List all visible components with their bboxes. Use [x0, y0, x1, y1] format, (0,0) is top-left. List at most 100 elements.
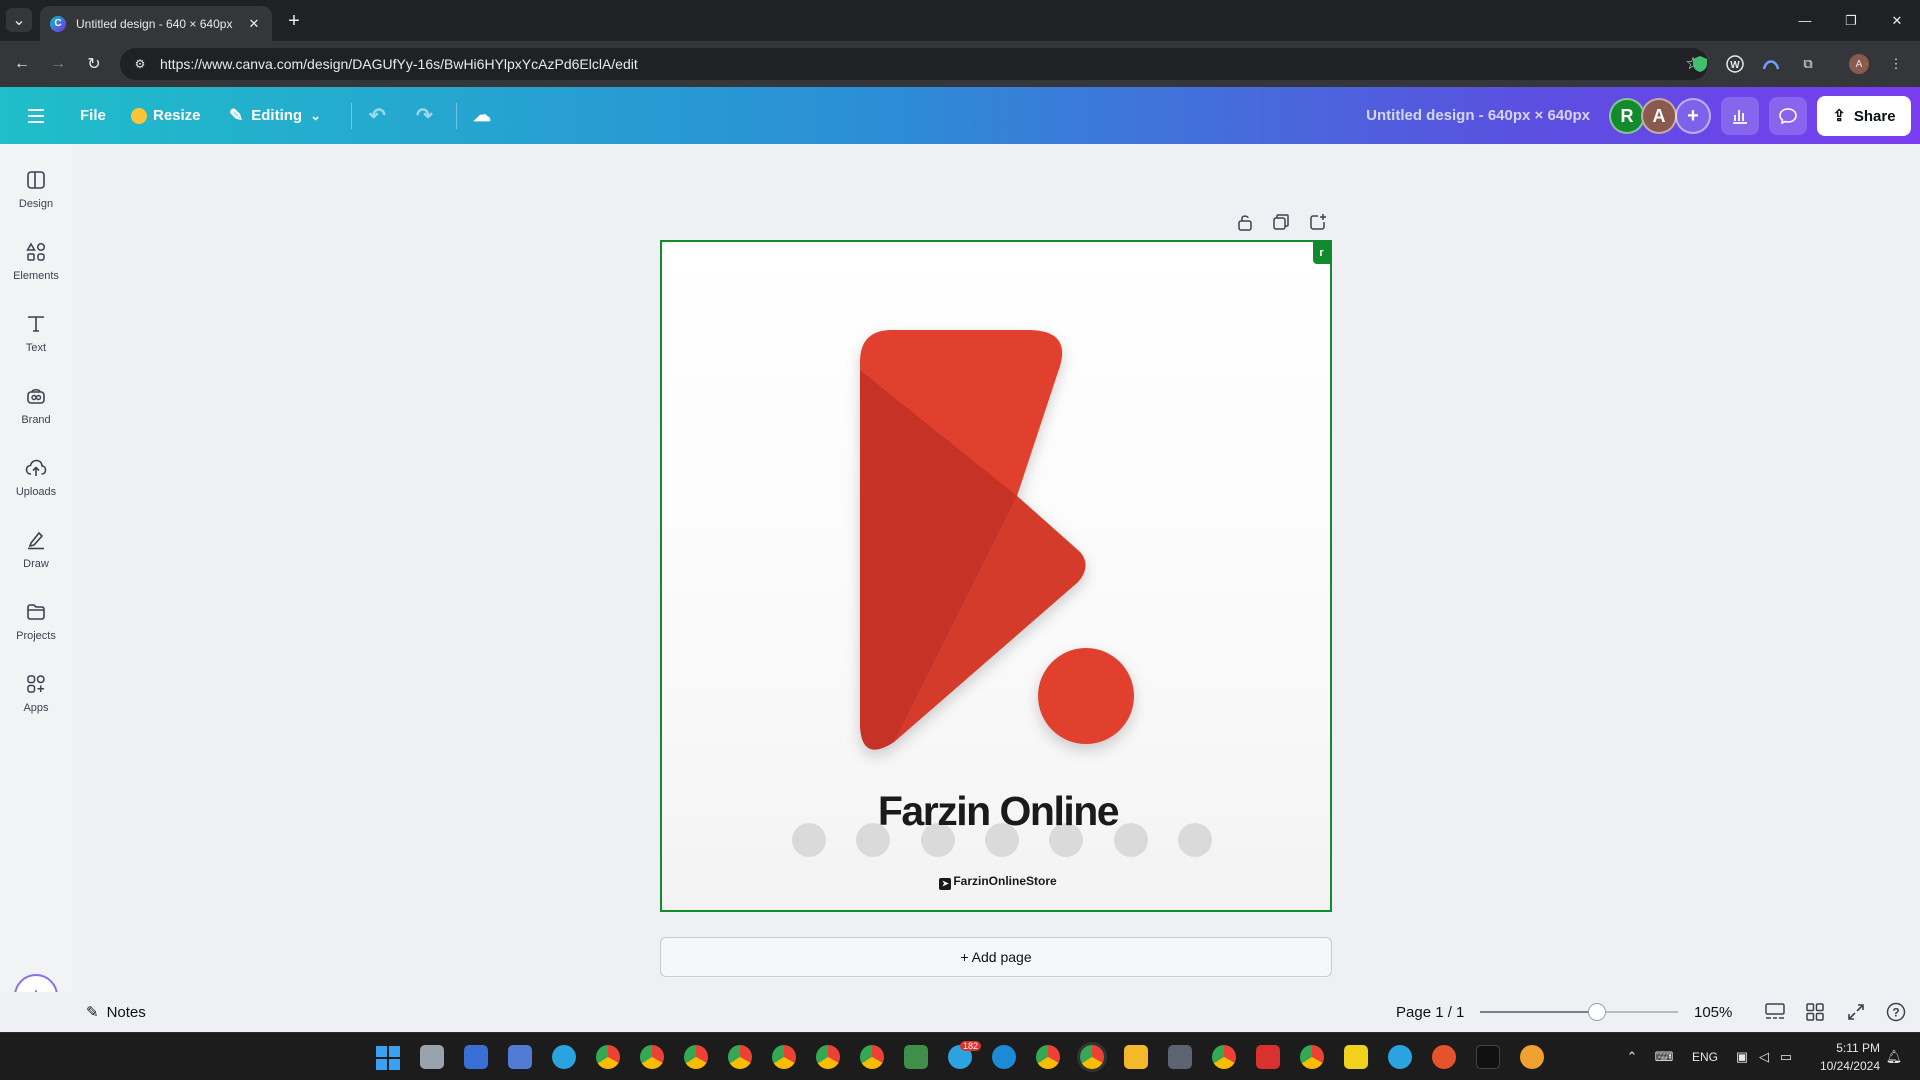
arrow-right-icon: →: [50, 55, 66, 72]
browser-tab[interactable]: C Untitled design - 640 × 640px ✕: [40, 6, 272, 41]
zoom-slider[interactable]: [1480, 1003, 1678, 1021]
file-explorer-icon[interactable]: [1124, 1045, 1148, 1069]
design-page[interactable]: Farzin Online ➤ FarzinOnlineStore: [660, 240, 1332, 912]
fullscreen-button[interactable]: [1844, 1000, 1868, 1024]
notes-button[interactable]: ✎ Notes: [86, 992, 146, 1032]
notification-bell-icon[interactable]: 🔔︎: [1884, 1047, 1904, 1067]
sidebar-item-projects[interactable]: Projects: [0, 588, 72, 654]
sticky-notes-icon[interactable]: [1344, 1045, 1368, 1069]
sidebar-item-apps[interactable]: Apps: [0, 660, 72, 726]
tray-overflow-chevron-icon[interactable]: ⌃: [1622, 1047, 1642, 1067]
address-bar[interactable]: ⚙ https://www.canva.com/design/DAGUfYy-1…: [120, 48, 1708, 80]
new-tab-button[interactable]: +: [282, 9, 306, 33]
calculator-icon[interactable]: [1168, 1045, 1192, 1069]
grid-view-button[interactable]: [1763, 1000, 1787, 1024]
app-icon[interactable]: [464, 1045, 488, 1069]
brand-icon: [24, 384, 48, 408]
sidebar-item-design[interactable]: Design: [0, 156, 72, 222]
edge-icon[interactable]: [992, 1045, 1016, 1069]
task-view-icon[interactable]: [420, 1045, 444, 1069]
close-tab-icon[interactable]: ✕: [246, 16, 262, 32]
insights-button[interactable]: [1721, 97, 1759, 135]
svg-text:?: ?: [1892, 1006, 1899, 1020]
extensions-puzzle-icon[interactable]: ⧉: [1796, 52, 1820, 76]
sidebar-item-draw[interactable]: Draw: [0, 516, 72, 582]
browser-menu-icon[interactable]: ⋮: [1884, 52, 1908, 76]
site-info-icon[interactable]: ⚙: [132, 56, 148, 72]
farzin-logo[interactable]: [662, 242, 1332, 802]
undo-button[interactable]: ↶: [369, 87, 386, 144]
document-title[interactable]: Untitled design - 640px × 640px: [1320, 87, 1590, 144]
system-clock[interactable]: 5:11 PM 10/24/2024: [1810, 1039, 1880, 1075]
chrome-icon[interactable]: [860, 1045, 884, 1069]
forward-button[interactable]: →: [46, 52, 70, 76]
main-menu-button[interactable]: [24, 87, 48, 144]
chrome-icon[interactable]: [816, 1045, 840, 1069]
comments-button[interactable]: [1769, 97, 1807, 135]
telegram-icon[interactable]: [552, 1045, 576, 1069]
object-panel-sidebar: Design Elements Text Brand Uploads Draw …: [0, 144, 72, 1032]
profile-avatar[interactable]: A: [1847, 52, 1871, 76]
collaborator-avatar[interactable]: R: [1609, 98, 1645, 134]
zoom-level[interactable]: 105%: [1694, 992, 1732, 1032]
extension-shield-icon[interactable]: [1688, 52, 1712, 76]
file-menu-button[interactable]: File: [80, 87, 106, 144]
volume-icon[interactable]: ◁: [1754, 1047, 1774, 1067]
chrome-icon[interactable]: [772, 1045, 796, 1069]
keyboard-icon[interactable]: ⌨: [1654, 1047, 1674, 1067]
telegram-handle-text[interactable]: ➤ FarzinOnlineStore: [662, 874, 1330, 890]
reload-button[interactable]: ↻: [82, 52, 106, 76]
cloud-upload-icon: [24, 456, 48, 480]
collaborator-avatar[interactable]: A: [1641, 98, 1677, 134]
share-button[interactable]: ⇪ Share: [1817, 96, 1911, 136]
resize-button[interactable]: Resize: [131, 87, 201, 144]
network-icon[interactable]: ▣: [1732, 1047, 1752, 1067]
telegram-icon[interactable]: [1388, 1045, 1412, 1069]
add-collaborator-button[interactable]: +: [1675, 98, 1711, 134]
duplicate-page-button[interactable]: [1269, 210, 1293, 234]
tab-search-button[interactable]: ⌄: [6, 8, 32, 32]
lock-page-button[interactable]: [1233, 210, 1257, 234]
sidebar-item-uploads[interactable]: Uploads: [0, 444, 72, 510]
social-icon: [856, 823, 891, 857]
sidebar-item-text[interactable]: Text: [0, 300, 72, 366]
pencil-icon: ✎: [229, 105, 244, 125]
close-window-button[interactable]: ✕: [1874, 0, 1920, 41]
browser-tab-bar: ⌄ C Untitled design - 640 × 640px ✕ + — …: [0, 0, 1920, 41]
extension-vpn-icon[interactable]: [1759, 52, 1783, 76]
chrome-icon[interactable]: [1212, 1045, 1236, 1069]
grid-layout-button[interactable]: [1803, 1000, 1827, 1024]
back-button[interactable]: ←: [10, 52, 34, 76]
zoom-slider-thumb[interactable]: [1587, 1003, 1606, 1021]
add-page-button[interactable]: + Add page: [660, 937, 1332, 977]
input-language[interactable]: ENG: [1692, 1033, 1718, 1080]
sidebar-item-brand[interactable]: Brand: [0, 372, 72, 438]
restore-window-button[interactable]: ❐: [1828, 0, 1874, 41]
cloud-save-status[interactable]: ☁: [473, 87, 491, 144]
page-counter[interactable]: Page 1 / 1: [1396, 992, 1464, 1032]
chrome-icon[interactable]: [1036, 1045, 1060, 1069]
help-button[interactable]: ?: [1884, 1000, 1908, 1024]
start-button[interactable]: [376, 1046, 400, 1070]
app-icon[interactable]: [1256, 1045, 1280, 1069]
chrome-icon[interactable]: [1300, 1045, 1324, 1069]
notepad-icon[interactable]: [904, 1045, 928, 1069]
app-icon[interactable]: [1476, 1045, 1500, 1069]
chrome-icon[interactable]: [640, 1045, 664, 1069]
editing-mode-button[interactable]: ✎ Editing ⌄: [229, 87, 321, 144]
sidebar-item-elements[interactable]: Elements: [0, 228, 72, 294]
app-icon[interactable]: [1432, 1045, 1456, 1069]
hamburger-icon: [28, 108, 44, 111]
share-label: Share: [1853, 107, 1896, 125]
battery-icon[interactable]: ▭: [1776, 1047, 1796, 1067]
chrome-icon[interactable]: [684, 1045, 708, 1069]
chrome-icon[interactable]: [728, 1045, 752, 1069]
app-icon[interactable]: [1520, 1045, 1544, 1069]
minimize-window-button[interactable]: —: [1782, 0, 1828, 41]
redo-button[interactable]: ↷: [416, 87, 433, 144]
extension-w-icon[interactable]: W: [1723, 52, 1747, 76]
chrome-active-icon[interactable]: [1080, 1045, 1104, 1069]
add-page-after-button[interactable]: [1306, 210, 1330, 234]
photos-icon[interactable]: [508, 1045, 532, 1069]
chrome-icon[interactable]: [596, 1045, 620, 1069]
